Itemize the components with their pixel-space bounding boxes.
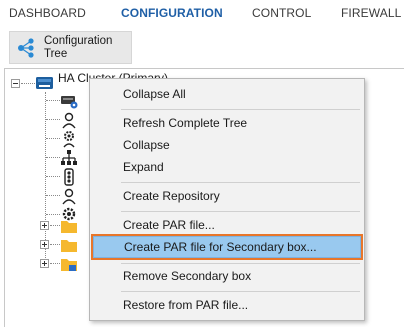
tree-connector: [46, 176, 60, 177]
network-tree-icon[interactable]: [60, 149, 78, 167]
configuration-tree-label: Configuration Tree: [44, 35, 113, 60]
menu-item-remove-secondary-box[interactable]: Remove Secondary box: [92, 265, 362, 287]
tab-configuration[interactable]: CONFIGURATION: [121, 6, 223, 20]
tab-firewall[interactable]: FIREWALL: [341, 6, 401, 20]
tree-connector: [46, 138, 60, 139]
menu-separator: [121, 211, 360, 212]
tab-dashboard[interactable]: DASHBOARD: [9, 6, 86, 20]
menu-item-collapse[interactable]: Collapse: [92, 134, 362, 156]
menu-item-expand[interactable]: Expand: [92, 156, 362, 178]
tree-connector: [46, 119, 60, 120]
tree-connector: [21, 83, 35, 84]
menu-separator: [121, 263, 360, 264]
top-navigation: DASHBOARD CONFIGURATION CONTROL FIREWALL: [0, 0, 405, 28]
folder-icon[interactable]: [60, 236, 78, 254]
folder-expand-toggle[interactable]: [40, 259, 49, 268]
folder-icon[interactable]: [60, 217, 78, 235]
tree-connector: [46, 157, 60, 158]
menu-item-create-par-file-secondary[interactable]: Create PAR file for Secondary box...: [91, 234, 363, 260]
folder-settings-icon[interactable]: [60, 255, 78, 273]
menu-item-create-par-file[interactable]: Create PAR file...: [92, 214, 362, 236]
user-icon[interactable]: [60, 187, 78, 205]
tree-connector: [46, 214, 60, 215]
tree-context-menu: Collapse All Refresh Complete Tree Colla…: [89, 78, 365, 321]
tab-control[interactable]: CONTROL: [252, 6, 311, 20]
folder-expand-toggle[interactable]: [40, 221, 49, 230]
menu-item-collapse-all[interactable]: Collapse All: [92, 83, 362, 105]
menu-separator: [121, 291, 360, 292]
tree-connector: [46, 195, 60, 196]
folder-expand-toggle[interactable]: [40, 240, 49, 249]
server-settings-icon[interactable]: [60, 92, 78, 110]
menu-item-restore-from-par-file[interactable]: Restore from PAR file...: [92, 294, 362, 316]
tree-connector: [50, 263, 60, 264]
menu-separator: [121, 182, 360, 183]
menu-item-create-repository[interactable]: Create Repository: [92, 185, 362, 207]
user-admin-icon[interactable]: [60, 111, 78, 129]
tree-connector: [50, 225, 60, 226]
configuration-tree-icon: [18, 38, 34, 58]
root-collapse-toggle[interactable]: [11, 79, 20, 88]
menu-separator: [121, 109, 360, 110]
menu-item-refresh-complete-tree[interactable]: Refresh Complete Tree: [92, 112, 362, 134]
ribbon-toolbar: Configuration Tree: [0, 28, 405, 68]
configuration-tree-button[interactable]: Configuration Tree: [9, 31, 132, 64]
box-server-icon: [36, 77, 53, 89]
traffic-light-icon[interactable]: [60, 168, 78, 186]
tree-connector: [46, 100, 60, 101]
gear-user-icon[interactable]: [60, 130, 78, 148]
tree-connector: [50, 244, 60, 245]
